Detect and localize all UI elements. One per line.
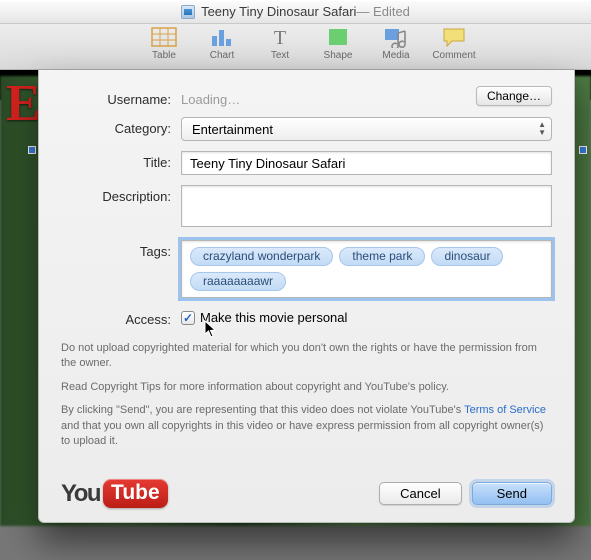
selection-handle[interactable] (579, 146, 587, 154)
title-label: Title: (61, 151, 181, 170)
tag-token[interactable]: crazyland wonderpark (190, 247, 333, 266)
select-arrows-icon: ▲▼ (538, 121, 546, 137)
row-access: Access: ✓ Make this movie personal (61, 308, 552, 327)
personal-checkbox[interactable]: ✓ (181, 311, 195, 325)
table-icon (151, 26, 177, 48)
toolbar-label: Shape (324, 50, 353, 61)
toolbar-label: Text (271, 50, 289, 61)
title-input[interactable] (181, 151, 552, 175)
youtube-upload-sheet: Username: Loading… Change… Category: Ent… (38, 70, 575, 523)
toolbar-item-table[interactable]: Table (140, 26, 188, 69)
tag-token[interactable]: dinosaur (431, 247, 503, 266)
edited-indicator: — Edited (356, 4, 409, 19)
toolbar-item-text[interactable]: T Text (256, 26, 304, 69)
toolbar-label: Table (152, 50, 176, 61)
category-value: Entertainment (192, 122, 273, 137)
comment-icon (441, 26, 467, 48)
description-label: Description: (61, 185, 181, 204)
tags-field[interactable]: crazyland wonderpark theme park dinosaur… (181, 240, 552, 298)
chart-icon (209, 26, 235, 48)
toolbar-label: Comment (432, 50, 475, 61)
row-description: Description: (61, 185, 552, 230)
cancel-button[interactable]: Cancel (379, 482, 461, 505)
window-title: Teeny Tiny Dinosaur Safari (201, 4, 356, 19)
tag-token[interactable]: raaaaaaaawr (190, 272, 286, 291)
text-icon: T (267, 26, 293, 48)
toolbar-item-shape[interactable]: Shape (314, 26, 362, 69)
agreement-text-pre: By clicking "Send", you are representing… (61, 404, 464, 416)
tags-label: Tags: (61, 240, 181, 259)
copyright-warning: Do not upload copyrighted material for w… (61, 341, 552, 372)
category-select[interactable]: Entertainment ▲▼ (181, 117, 552, 141)
checkmark-icon: ✓ (183, 313, 193, 323)
toolbar-label: Chart (210, 50, 234, 61)
selection-handle[interactable] (28, 146, 36, 154)
tag-token[interactable]: theme park (339, 247, 425, 266)
toolbar: Table Chart T Text Shape Media Comment (0, 24, 591, 70)
change-button[interactable]: Change… (476, 86, 552, 106)
row-username: Username: Loading… Change… (61, 88, 552, 107)
toolbar-item-comment[interactable]: Comment (430, 26, 478, 69)
youtube-logo: You Tube (61, 479, 168, 508)
access-label: Access: (61, 308, 181, 327)
document-icon (181, 5, 195, 19)
youtube-logo-you: You (61, 480, 100, 508)
toolbar-item-chart[interactable]: Chart (198, 26, 246, 69)
shape-icon (325, 26, 351, 48)
send-agreement: By clicking "Send", you are representing… (61, 403, 552, 449)
row-category: Category: Entertainment ▲▼ (61, 117, 552, 141)
send-button[interactable]: Send (472, 482, 552, 505)
category-label: Category: (61, 117, 181, 136)
youtube-logo-tube: Tube (103, 479, 168, 508)
copyright-tips: Read Copyright Tips for more information… (61, 380, 552, 395)
username-label: Username: (61, 88, 181, 107)
row-tags: Tags: crazyland wonderpark theme park di… (61, 240, 552, 298)
terms-of-service-link[interactable]: Terms of Service (464, 404, 546, 416)
background-letter: E (6, 74, 41, 133)
svg-text:T: T (274, 27, 286, 48)
toolbar-item-media[interactable]: Media (372, 26, 420, 69)
personal-checkbox-label[interactable]: Make this movie personal (200, 310, 347, 325)
sheet-footer: You Tube Cancel Send (61, 479, 552, 508)
window-titlebar: Teeny Tiny Dinosaur Safari — Edited (0, 0, 591, 24)
row-title: Title: (61, 151, 552, 175)
media-icon (383, 26, 409, 48)
agreement-text-post: and that you own all copyrights in this … (61, 420, 543, 447)
description-textarea[interactable] (181, 185, 552, 227)
toolbar-label: Media (382, 50, 409, 61)
